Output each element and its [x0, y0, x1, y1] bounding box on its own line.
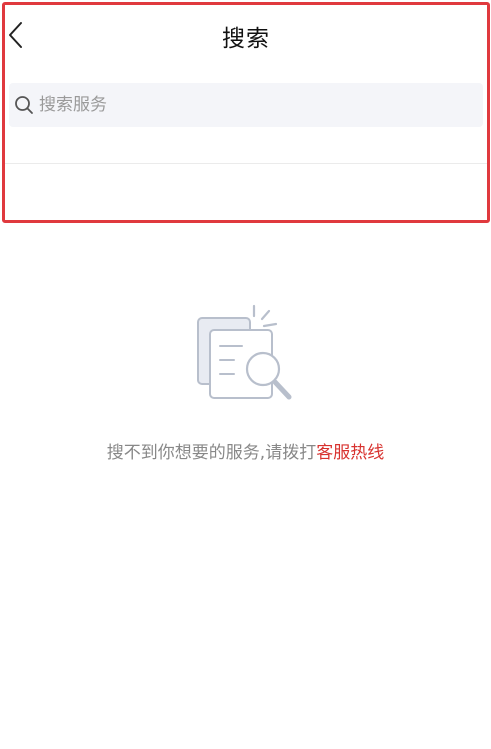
- search-icon: [14, 95, 34, 115]
- divider: [5, 163, 487, 164]
- empty-message-text: 搜不到你想要的服务,请拨打: [106, 443, 317, 463]
- search-input[interactable]: [39, 83, 469, 127]
- highlighted-header-region: 搜索: [2, 2, 490, 223]
- page-title: 搜索: [222, 26, 270, 52]
- document-search-icon: [190, 300, 300, 410]
- empty-message: 搜不到你想要的服务,请拨打客服热线: [0, 438, 491, 463]
- search-page: 搜索 搜索服务 搜不到你想要的服务,请拨打客服热线: [0, 0, 491, 749]
- search-bar[interactable]: [9, 83, 483, 127]
- customer-service-hotline-link[interactable]: 客服热线: [316, 443, 384, 463]
- nav-bar: 搜索: [5, 5, 487, 65]
